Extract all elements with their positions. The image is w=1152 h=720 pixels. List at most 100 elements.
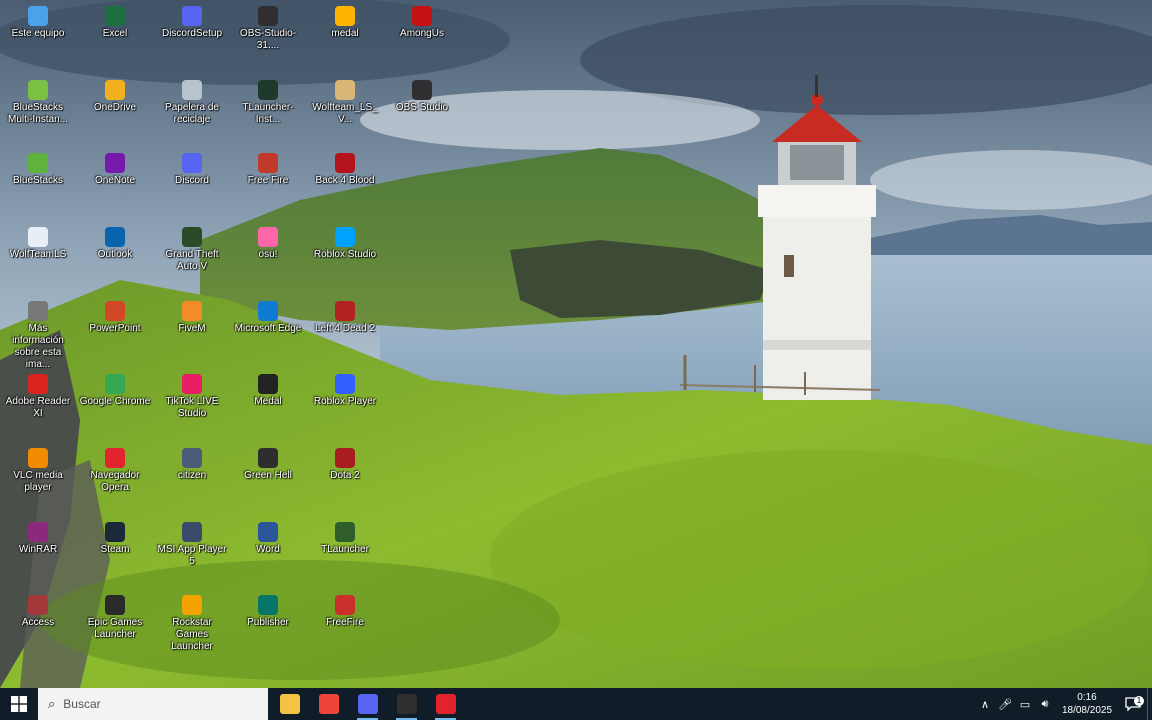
desktop-icon[interactable]: OneDrive xyxy=(77,74,153,114)
folder-icon xyxy=(182,448,202,468)
dota-icon xyxy=(335,448,355,468)
desktop-icon[interactable]: OBS-Studio-31.... xyxy=(230,0,306,52)
network-icon[interactable]: ▭ xyxy=(1015,698,1035,711)
desktop-icon[interactable]: Free Fire xyxy=(230,147,306,187)
desktop-icon[interactable]: OneNote xyxy=(77,147,153,187)
freefire2-icon xyxy=(335,595,355,615)
clock[interactable]: 0:16 18/08/2025 xyxy=(1055,691,1119,717)
desktop-icon[interactable]: TLauncher-Inst... xyxy=(230,74,306,126)
desktop-icon-label: TLauncher-Inst... xyxy=(242,102,294,125)
desktop-icon-label: Back 4 Blood xyxy=(315,175,375,186)
desktop-icon[interactable]: Medal xyxy=(230,368,306,408)
desktop-icon[interactable]: OBS Studio xyxy=(384,74,460,114)
recycle-bin-icon xyxy=(182,80,202,100)
desktop-icon[interactable]: Dota 2 xyxy=(307,442,383,482)
volume-icon[interactable]: 🔊︎ xyxy=(1035,698,1055,711)
green-hell-icon xyxy=(258,448,278,468)
desktop-icon[interactable]: Access xyxy=(0,589,76,629)
desktop-icon-label: VLC media player xyxy=(13,470,63,493)
desktop-icon-label: FiveM xyxy=(178,323,206,334)
desktop-icon-label: osu! xyxy=(258,249,278,260)
obs-setup-icon xyxy=(258,6,278,26)
discord-icon xyxy=(357,694,378,714)
roblox-studio-icon xyxy=(335,227,355,247)
opera-icon xyxy=(435,694,456,714)
microphone-icon[interactable]: 🎤︎ xyxy=(995,698,1015,711)
desktop-icon-label: WolfTeamLS xyxy=(9,249,67,260)
show-desktop-button[interactable] xyxy=(1147,688,1152,720)
desktop-icon[interactable]: Papelera de reciclaje xyxy=(154,74,230,126)
desktop-icon-label: Wolfteam_LS_V... xyxy=(312,102,378,125)
desktop-icon[interactable]: Excel xyxy=(77,0,153,40)
desktop-icon[interactable]: citizen xyxy=(154,442,230,482)
chevron-up-icon[interactable]: ∧ xyxy=(975,698,995,711)
desktop-icon[interactable]: WolfTeamLS xyxy=(0,221,76,261)
gta-icon xyxy=(182,227,202,247)
access-icon xyxy=(28,595,48,615)
desktop-icon[interactable]: Publisher xyxy=(230,589,306,629)
desktop-icon[interactable]: Este equipo xyxy=(0,0,76,40)
desktop-icon[interactable]: Outlook xyxy=(77,221,153,261)
desktop-icon[interactable]: Wolfteam_LS_V... xyxy=(307,74,383,126)
desktop-icon[interactable]: Discord xyxy=(154,147,230,187)
desktop-icon-label: citizen xyxy=(177,470,207,481)
desktop-icon[interactable]: MSI App Player 5 xyxy=(154,516,230,568)
tlauncher-icon xyxy=(335,522,355,542)
taskbar-app-discord[interactable] xyxy=(348,688,387,720)
desktop-icon[interactable]: PowerPoint xyxy=(77,295,153,335)
desktop-icon[interactable]: TLauncher xyxy=(307,516,383,556)
desktop-icon[interactable]: Grand Theft Auto V xyxy=(154,221,230,273)
desktop-icon[interactable]: Left 4 Dead 2 xyxy=(307,295,383,335)
epic-games-icon xyxy=(105,595,125,615)
desktop-icon-label: BlueStacks Multi-Instan... xyxy=(7,102,69,125)
desktop-icon[interactable]: Steam xyxy=(77,516,153,556)
publisher-icon xyxy=(258,595,278,615)
desktop-icon[interactable]: Navegador Opera xyxy=(77,442,153,494)
desktop-icon-label: Roblox Player xyxy=(313,396,377,407)
desktop-icon[interactable]: medal xyxy=(307,0,383,40)
desktop-icon[interactable]: Green Hell xyxy=(230,442,306,482)
winrar-icon xyxy=(28,522,48,542)
desktop-icon-label: OneDrive xyxy=(93,102,137,113)
desktop-icon[interactable]: AmongUs xyxy=(384,0,460,40)
desktop-icon[interactable]: Back 4 Blood xyxy=(307,147,383,187)
desktop-icon[interactable]: Epic Games Launcher xyxy=(77,589,153,641)
desktop-icon[interactable]: VLC media player xyxy=(0,442,76,494)
search-placeholder: Buscar xyxy=(63,697,101,711)
computer-icon xyxy=(28,6,48,26)
search-icon: ⌕ xyxy=(48,696,56,711)
desktop-icon[interactable]: Más información sobre esta ima... xyxy=(0,295,76,371)
desktop-icon-label: PowerPoint xyxy=(89,323,141,334)
desktop-icon-label: medal xyxy=(331,28,359,39)
desktop-icon[interactable]: Roblox Studio xyxy=(307,221,383,261)
desktop-icon[interactable]: osu! xyxy=(230,221,306,261)
desktop-icon[interactable]: Roblox Player xyxy=(307,368,383,408)
desktop-icon[interactable]: Adobe Reader XI xyxy=(0,368,76,420)
msi-icon xyxy=(182,522,202,542)
desktop-icon[interactable]: TikTok LIVE Studio xyxy=(154,368,230,420)
desktop-icon-label: OneNote xyxy=(94,175,136,186)
desktop-icon[interactable]: Rockstar Games Launcher xyxy=(154,589,230,653)
desktop-icon[interactable]: FiveM xyxy=(154,295,230,335)
taskbar-search-box[interactable]: ⌕ Buscar xyxy=(38,688,268,720)
taskbar-app-anydesk[interactable] xyxy=(309,688,348,720)
desktop-icon[interactable]: Microsoft Edge xyxy=(230,295,306,335)
taskbar-app-obs-studio[interactable] xyxy=(387,688,426,720)
edge-icon xyxy=(258,301,278,321)
desktop-icon[interactable]: WinRAR xyxy=(0,516,76,556)
taskbar-app-opera[interactable] xyxy=(426,688,465,720)
desktop-icon-label: Outlook xyxy=(97,249,133,260)
desktop-icon[interactable]: Google Chrome xyxy=(77,368,153,408)
desktop-icon-grid: Este equipo BlueStacks Multi-Instan... Blu… xyxy=(0,0,1152,688)
rockstar-icon xyxy=(182,595,202,615)
start-button[interactable] xyxy=(0,688,38,720)
desktop-icon[interactable]: Word xyxy=(230,516,306,556)
desktop-icon-label: BlueStacks xyxy=(12,175,64,186)
desktop-icon[interactable]: FreeFire xyxy=(307,589,383,629)
windows-logo-icon xyxy=(11,696,27,712)
desktop-icon[interactable]: BlueStacks xyxy=(0,147,76,187)
desktop-icon[interactable]: BlueStacks Multi-Instan... xyxy=(0,74,76,126)
taskbar-app-file-explorer[interactable] xyxy=(270,688,309,720)
desktop-icon[interactable]: DiscordSetup xyxy=(154,0,230,40)
notification-center-button[interactable]: 1 xyxy=(1119,696,1147,711)
